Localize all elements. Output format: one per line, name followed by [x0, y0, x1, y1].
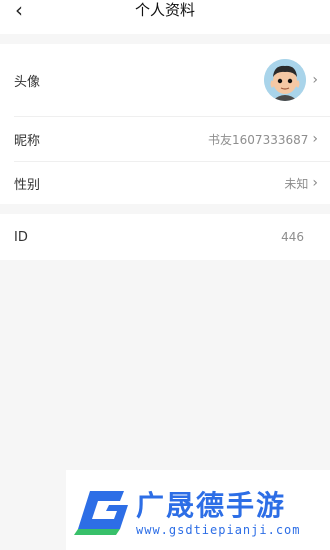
gender-value: 未知 [284, 176, 309, 191]
chevron-left-icon: ‹ [15, 0, 23, 22]
id-label: ID [14, 229, 28, 245]
chevron-right-icon: › [312, 131, 318, 147]
chevron-right-icon: › [312, 72, 318, 88]
page-title: 个人资料 [134, 1, 195, 19]
header-bar: ‹ 个人资料 [0, 0, 330, 34]
account-group: ID 446 [0, 214, 330, 260]
watermark-brand: 广晟德手游 [136, 489, 287, 522]
nickname-row[interactable]: 昵称 书友1607333687 › [0, 117, 330, 161]
nickname-value: 书友1607333687 [208, 132, 309, 147]
gender-row[interactable]: 性别 未知 › [0, 162, 330, 204]
watermark: 广晟德手游 www.gsdtiepianji.com [66, 470, 330, 550]
chevron-right-icon: › [312, 175, 318, 191]
gender-label: 性别 [14, 177, 41, 193]
id-value: 446 [281, 230, 304, 244]
avatar [264, 59, 307, 101]
profile-group: 头像 › 昵称 书友1607333687 › 性别 未知 › [0, 44, 330, 204]
id-row: ID 446 [0, 214, 330, 260]
avatar-row[interactable]: 头像 › [0, 44, 330, 116]
avatar-label: 头像 [14, 74, 41, 90]
watermark-logo [74, 491, 128, 535]
back-button[interactable]: ‹ [6, 0, 32, 20]
watermark-url: www.gsdtiepianji.com [136, 523, 301, 537]
nickname-label: 昵称 [14, 133, 41, 149]
